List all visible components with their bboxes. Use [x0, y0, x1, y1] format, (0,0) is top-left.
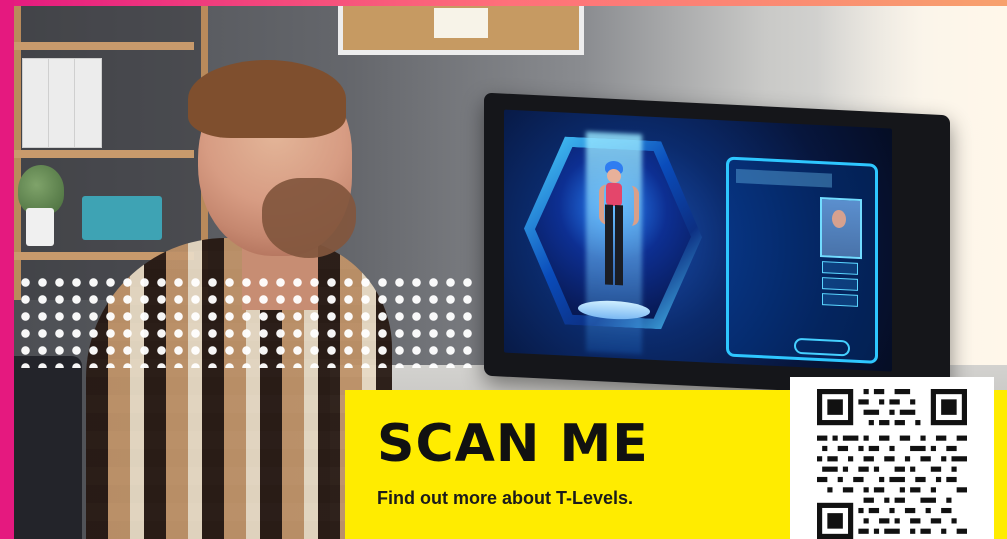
banner-title: SCAN ME — [377, 414, 649, 474]
game-character — [597, 160, 639, 306]
info-pill — [794, 337, 850, 357]
top-accent-bar — [0, 0, 1007, 6]
info-line-3 — [822, 293, 858, 307]
portrait-face — [832, 209, 846, 229]
character-portrait — [820, 197, 862, 260]
binder-3 — [74, 58, 102, 148]
monitor — [484, 92, 950, 399]
information-panel — [726, 156, 878, 364]
info-line-1 — [822, 261, 858, 275]
marketing-banner: SCAN ME Find out more about T-Levels. — [0, 0, 1007, 539]
qr-code-icon[interactable] — [801, 389, 983, 539]
shelf-board-middle — [14, 150, 194, 158]
left-accent-bar — [0, 0, 14, 539]
storage-box — [82, 196, 162, 240]
person-hair — [188, 60, 346, 138]
dot-pattern-icon — [0, 274, 474, 368]
binder-1 — [22, 58, 50, 148]
person-beard — [262, 178, 356, 258]
monitor-screen — [504, 109, 892, 372]
character-head — [607, 168, 621, 184]
plant-pot — [26, 208, 54, 246]
corkboard-note — [434, 8, 488, 38]
info-line-2 — [822, 277, 858, 291]
binder-2 — [48, 58, 76, 148]
banner-subtitle: Find out more about T-Levels. — [377, 488, 634, 508]
character-torso — [606, 182, 622, 207]
character-legs — [605, 204, 623, 286]
shelf-board-top — [14, 42, 194, 50]
